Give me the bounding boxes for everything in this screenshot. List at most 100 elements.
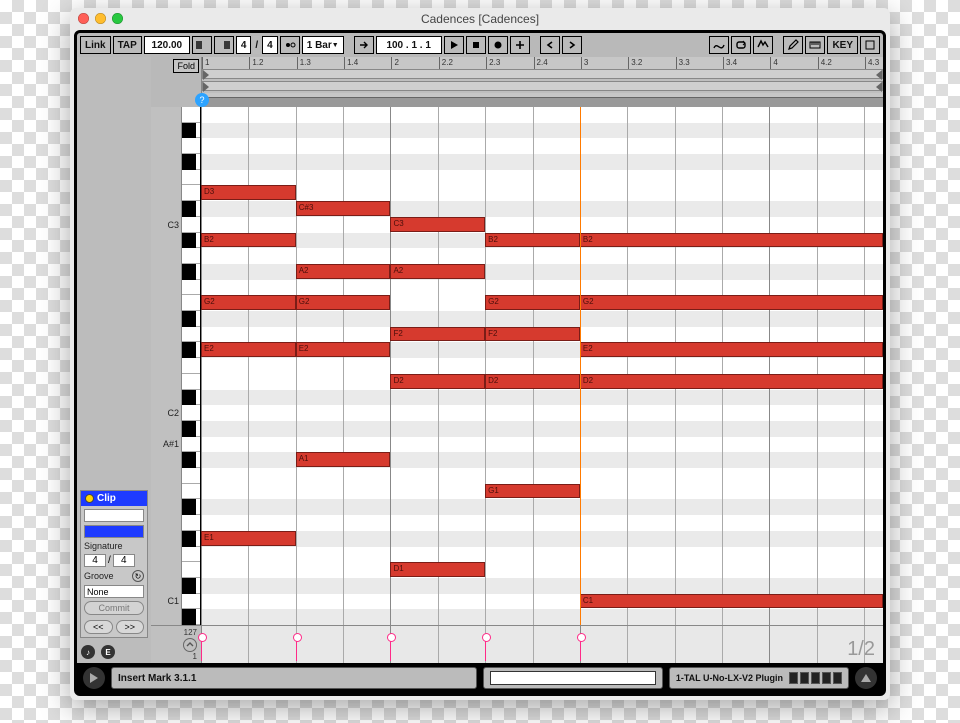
- midi-note[interactable]: G2: [201, 295, 296, 310]
- midi-note[interactable]: B2: [580, 233, 883, 248]
- close-icon[interactable]: [78, 13, 89, 24]
- sig-numerator[interactable]: 4: [236, 36, 252, 54]
- hot-swap-icon[interactable]: ↻: [132, 570, 144, 582]
- playhead[interactable]: [580, 107, 581, 625]
- level-meters: [789, 672, 842, 684]
- midi-note[interactable]: D2: [485, 374, 580, 389]
- commit-button[interactable]: Commit: [84, 601, 144, 615]
- note-grid[interactable]: D3C#3C3B2B2B2A2A2G2G2G2G2F2F2E2E2E2D2D2D…: [201, 107, 883, 625]
- velocity-marker[interactable]: [201, 637, 202, 661]
- midi-note[interactable]: A2: [390, 264, 485, 279]
- midi-note[interactable]: E2: [580, 342, 883, 357]
- key-midi-button[interactable]: KEY: [827, 36, 858, 54]
- nudge-down-button[interactable]: [192, 36, 212, 54]
- velocity-marker[interactable]: [296, 637, 297, 661]
- start-marker-icon[interactable]: ?: [195, 93, 209, 107]
- groove-label: Groove: [84, 571, 114, 581]
- redo-button[interactable]: [562, 36, 582, 54]
- midi-note[interactable]: D2: [390, 374, 485, 389]
- key-labels: C3C2A#1C1: [151, 107, 181, 625]
- keylabel: C2: [167, 408, 179, 418]
- sig-denominator[interactable]: 4: [262, 36, 278, 54]
- prev-clip-button[interactable]: <<: [84, 620, 113, 634]
- clip-sig-den[interactable]: 4: [113, 554, 135, 567]
- loop-button[interactable]: [731, 36, 751, 54]
- midi-note[interactable]: E1: [201, 531, 296, 546]
- tap-button[interactable]: TAP: [113, 36, 142, 54]
- stop-button[interactable]: [466, 36, 486, 54]
- midi-map-button[interactable]: [860, 36, 880, 54]
- loop-brace-bottom[interactable]: [202, 81, 883, 91]
- midi-note[interactable]: G2: [580, 295, 883, 310]
- loop-brace-top[interactable]: [202, 69, 883, 79]
- clip-box: Clip Signature 4 / 4 Groove ↻: [80, 490, 148, 638]
- keylabel: C1: [167, 596, 179, 606]
- vel-min-label: 1: [193, 652, 197, 661]
- arrangement-position[interactable]: 100 . 1 . 1: [376, 36, 442, 54]
- clip-color-field[interactable]: [84, 525, 144, 538]
- midi-note[interactable]: A2: [296, 264, 391, 279]
- midi-note[interactable]: E2: [201, 342, 296, 357]
- midi-note[interactable]: F2: [390, 327, 485, 342]
- midi-note[interactable]: G1: [485, 484, 580, 499]
- clip-sig-num[interactable]: 4: [84, 554, 106, 567]
- sig-divider: /: [253, 36, 260, 54]
- draw-mode-button[interactable]: [753, 36, 773, 54]
- status-bar: Insert Mark 3.1.1 1-TAL U-No-LX-V2 Plugi…: [77, 663, 883, 693]
- clip-sidebar: Clip Signature 4 / 4 Groove ↻: [77, 57, 151, 663]
- clip-activator-icon[interactable]: [85, 494, 94, 503]
- midi-note[interactable]: D3: [201, 185, 296, 200]
- velocity-marker[interactable]: [390, 637, 391, 661]
- device-slot[interactable]: 1-TAL U-No-LX-V2 Plugin: [669, 667, 849, 689]
- midi-note[interactable]: B2: [201, 233, 296, 248]
- minimize-icon[interactable]: [95, 13, 106, 24]
- midi-note[interactable]: D2: [580, 374, 883, 389]
- ruler-tick: 1.4: [344, 57, 358, 69]
- tempo-field[interactable]: 120.00: [144, 36, 190, 54]
- insert-marker-field[interactable]: Insert Mark 3.1.1: [111, 667, 477, 689]
- velocity-marker[interactable]: [485, 637, 486, 661]
- velocity-marker[interactable]: [580, 637, 581, 661]
- follow-button[interactable]: [354, 36, 374, 54]
- midi-note[interactable]: C#3: [296, 201, 391, 216]
- midi-note[interactable]: E2: [296, 342, 391, 357]
- next-clip-button[interactable]: >>: [116, 620, 145, 634]
- midi-note[interactable]: D1: [390, 562, 485, 577]
- ruler-tick: 3.4: [723, 57, 737, 69]
- clip-header[interactable]: Clip: [81, 491, 147, 506]
- midi-note[interactable]: G2: [296, 295, 391, 310]
- notes-panel-icon[interactable]: ♪: [81, 645, 95, 659]
- horizontal-scrollbar[interactable]: [202, 97, 883, 107]
- envelope-panel-icon[interactable]: E: [101, 645, 115, 659]
- undo-button[interactable]: [540, 36, 560, 54]
- metronome-button[interactable]: [280, 36, 300, 54]
- keyboard-button[interactable]: [805, 36, 825, 54]
- detail-toggle-icon[interactable]: [855, 667, 877, 689]
- zoom-icon[interactable]: [112, 13, 123, 24]
- groove-select[interactable]: None: [84, 585, 144, 598]
- ruler-tick: 1.2: [249, 57, 263, 69]
- overdub-button[interactable]: [510, 36, 530, 54]
- midi-note[interactable]: A1: [296, 452, 391, 467]
- midi-note[interactable]: C1: [580, 594, 883, 609]
- preview-play-icon[interactable]: [83, 667, 105, 689]
- play-button[interactable]: [444, 36, 464, 54]
- velocity-lane[interactable]: 1/2: [201, 626, 883, 663]
- waveform-overview[interactable]: [483, 667, 663, 689]
- automation-mode-button[interactable]: [709, 36, 729, 54]
- quantize-select[interactable]: 1 Bar▼: [302, 36, 344, 54]
- pencil-button[interactable]: [783, 36, 803, 54]
- beat-ruler[interactable]: 11.21.31.422.22.32.433.23.33.444.24.3: [202, 57, 883, 69]
- link-button[interactable]: Link: [80, 36, 111, 54]
- nudge-up-button[interactable]: [214, 36, 234, 54]
- vel-max-label: 127: [184, 628, 197, 637]
- expand-velocity-icon[interactable]: [183, 638, 197, 652]
- fold-button[interactable]: Fold: [173, 59, 199, 73]
- piano-keyboard[interactable]: [181, 107, 201, 625]
- midi-note[interactable]: B2: [485, 233, 580, 248]
- midi-note[interactable]: F2: [485, 327, 580, 342]
- midi-note[interactable]: G2: [485, 295, 580, 310]
- midi-note[interactable]: C3: [390, 217, 485, 232]
- clip-name-field[interactable]: [84, 509, 144, 522]
- record-button[interactable]: [488, 36, 508, 54]
